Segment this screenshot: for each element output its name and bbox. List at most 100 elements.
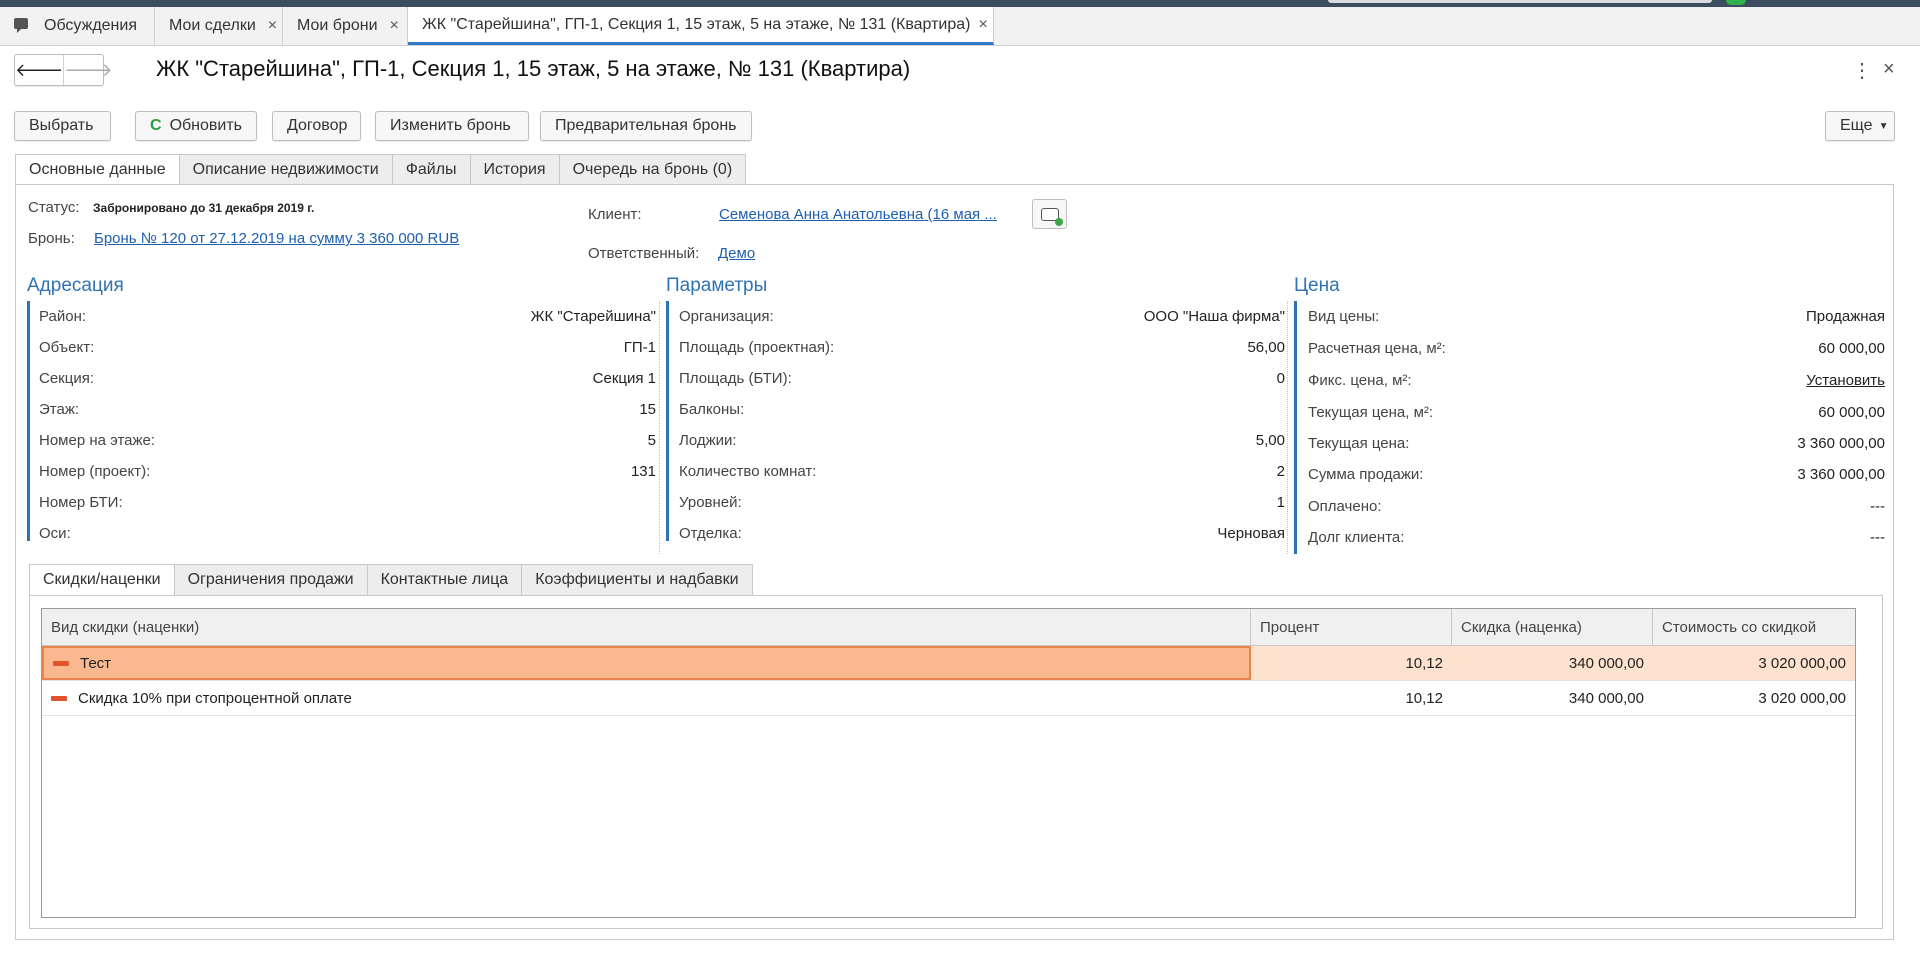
pre-booking-button[interactable]: Предварительная бронь (540, 111, 752, 141)
contract-button[interactable]: Договор (272, 111, 361, 141)
app-top-bar (0, 0, 1920, 7)
close-icon[interactable]: × (979, 16, 988, 34)
client-link[interactable]: Семенова Анна Анатольевна (16 мая ... (719, 206, 997, 223)
tab-property-description[interactable]: Описание недвижимости (179, 154, 393, 185)
cost-cell[interactable]: 3 020 000,00 (1653, 646, 1855, 680)
close-icon[interactable]: × (390, 17, 399, 35)
field-label: Оси: (39, 525, 71, 542)
addressing-row-section: Секция: Секция 1 (39, 363, 656, 394)
responsible-link[interactable]: Демо (718, 245, 755, 262)
column-header-cost[interactable]: Стоимость со скидкой (1653, 609, 1855, 645)
parameters-row-area-project: Площадь (проектная): 56,00 (679, 332, 1285, 363)
price-row-paid: Оплачено: --- (1308, 491, 1885, 522)
discount-cell[interactable]: 340 000,00 (1452, 646, 1653, 680)
tab-history[interactable]: История (470, 154, 560, 185)
field-label: Площадь (проектная): (679, 339, 835, 356)
chat-icon (1040, 207, 1063, 226)
parameters-row-organization: Организация: ООО "Наша фирма" (679, 301, 1285, 332)
field-label: Фикс. цена, м²: (1308, 372, 1412, 389)
refresh-icon: C (150, 117, 162, 134)
field-label: Номер (проект): (39, 463, 151, 480)
tab-my-deals[interactable]: Мои сделки × (155, 7, 283, 45)
table-row[interactable]: Скидка 10% при стопроцентной оплате 10,1… (42, 681, 1855, 716)
field-label: Текущая цена: (1308, 435, 1410, 452)
column-divider (659, 301, 660, 554)
price-row-calc-price: Расчетная цена, м²: 60 000,00 (1308, 333, 1885, 364)
column-header-discount-type[interactable]: Вид скидки (наценки) (42, 609, 1251, 645)
field-value: Секция 1 (592, 370, 656, 387)
price-row-current-price-m2: Текущая цена, м²: 60 000,00 (1308, 397, 1885, 428)
more-label: Еще (1840, 117, 1873, 134)
more-vert-icon[interactable]: ⋮ (1852, 58, 1872, 83)
select-button[interactable]: Выбрать (14, 111, 111, 141)
change-booking-button[interactable]: Изменить бронь (375, 111, 529, 141)
tab-sale-restrictions[interactable]: Ограничения продажи (174, 564, 368, 596)
field-label: Сумма продажи: (1308, 466, 1424, 483)
field-value: 131 (630, 463, 656, 480)
discount-cell[interactable]: 340 000,00 (1452, 681, 1653, 715)
addressing-row-bti-number: Номер БТИ: (39, 487, 656, 518)
tab-discussions[interactable]: Обсуждения (0, 7, 155, 45)
booking-link[interactable]: Бронь № 120 от 27.12.2019 на сумму 3 360… (94, 230, 459, 247)
tab-booking-queue[interactable]: Очередь на бронь (0) (559, 154, 747, 185)
tab-label: Мои сделки (169, 17, 256, 34)
addressing-row-floor-number: Номер на этаже: 5 (39, 425, 656, 456)
more-button[interactable]: Еще ▼ (1825, 111, 1895, 141)
field-label: Этаж: (39, 401, 80, 418)
tab-my-bookings[interactable]: Мои брони × (283, 7, 408, 45)
column-divider (1287, 301, 1288, 554)
percent-cell[interactable]: 10,12 (1251, 646, 1452, 680)
table-row[interactable]: Тест 10,12 340 000,00 3 020 000,00 (42, 646, 1855, 681)
form-tabs: Основные данные Описание недвижимости Фа… (15, 154, 747, 185)
field-value: ЖК "Старейшина" (530, 308, 656, 325)
field-value: 5,00 (1255, 432, 1285, 449)
field-label: Лоджии: (679, 432, 737, 449)
tab-label: Мои брони (297, 17, 378, 34)
parameters-row-rooms: Количество комнат: 2 (679, 456, 1285, 487)
price-row-price-type: Вид цены: Продажная (1308, 301, 1885, 332)
column-header-percent[interactable]: Процент (1251, 609, 1452, 645)
tab-main-data[interactable]: Основные данные (15, 154, 180, 185)
column-header-discount[interactable]: Скидка (наценка) (1452, 609, 1653, 645)
chat-button[interactable] (1032, 199, 1067, 229)
window-close-icon[interactable]: × (1883, 58, 1895, 81)
field-label: Оплачено: (1308, 498, 1382, 515)
addressing-heading: Адресация (27, 275, 124, 296)
field-label: Секция: (39, 370, 94, 387)
discounts-table[interactable]: Вид скидки (наценки) Процент Скидка (нац… (41, 608, 1856, 918)
field-value: 0 (1276, 370, 1285, 387)
percent-cell[interactable]: 10,12 (1251, 681, 1452, 715)
close-icon[interactable]: × (268, 17, 277, 35)
tab-files[interactable]: Файлы (392, 154, 471, 185)
field-value: --- (1870, 498, 1885, 515)
addressing-group: Район: ЖК "Старейшина" Объект: ГП-1 Секция… (27, 301, 656, 542)
parameters-row-finishing: Отделка: Черновая (679, 518, 1285, 549)
field-value: 56,00 (1247, 339, 1285, 356)
forward-arrow-icon[interactable]: 🡒 (64, 55, 112, 85)
tab-contacts[interactable]: Контактные лица (367, 564, 523, 596)
discount-type-cell[interactable]: Скидка 10% при стопроцентной оплате (42, 681, 1251, 715)
field-label: Долг клиента: (1308, 529, 1405, 546)
field-label: Текущая цена, м²: (1308, 404, 1434, 421)
refresh-button[interactable]: C Обновить (135, 111, 257, 141)
discount-type-cell[interactable]: Тест (42, 646, 1251, 680)
global-search-box[interactable] (1328, 0, 1712, 3)
field-label: Вид цены: (1308, 308, 1380, 325)
cost-cell[interactable]: 3 020 000,00 (1653, 681, 1855, 715)
price-row-client-debt: Долг клиента: --- (1308, 522, 1885, 553)
field-value: Продажная (1805, 308, 1885, 325)
parameters-heading: Параметры (666, 275, 768, 296)
addressing-row-axes: Оси: (39, 518, 656, 549)
back-arrow-icon[interactable]: 🡐 (15, 55, 65, 85)
tab-apartment[interactable]: ЖК "Старейшина", ГП-1, Секция 1, 15 этаж… (408, 7, 994, 45)
price-row-fixed-price: Фикс. цена, м²: Установить (1308, 365, 1885, 396)
addressing-row-project-number: Номер (проект): 131 (39, 456, 656, 487)
price-heading: Цена (1294, 275, 1340, 296)
tab-coefficients[interactable]: Коэффициенты и надбавки (522, 564, 753, 596)
field-value: 5 (647, 432, 656, 449)
set-fixed-price-link[interactable]: Установить (1806, 372, 1885, 389)
responsible-label: Ответственный: (588, 245, 700, 262)
field-value: 3 360 000,00 (1797, 435, 1885, 452)
tab-discounts[interactable]: Скидки/наценки (29, 564, 175, 596)
open-windows-tabbar: Обсуждения Мои сделки × Мои брони × ЖК "… (0, 7, 1920, 46)
